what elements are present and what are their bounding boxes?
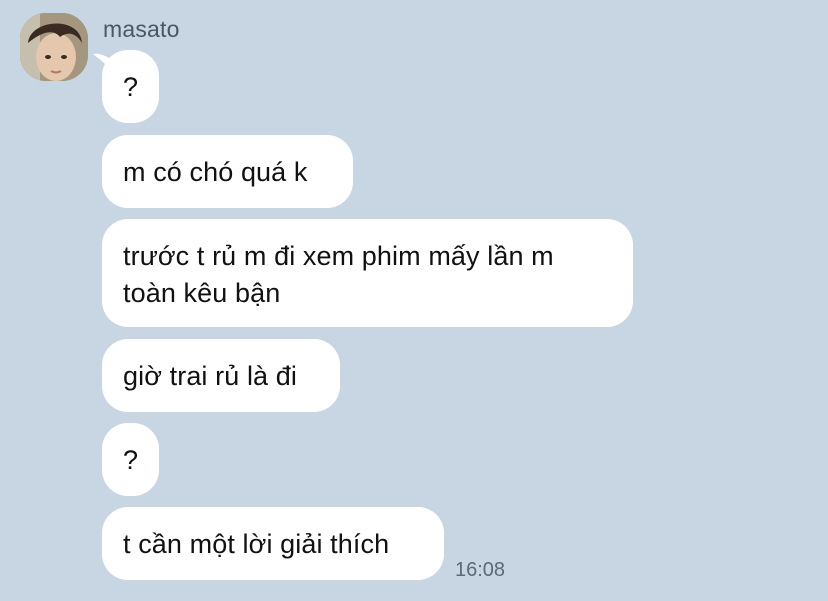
message-timestamp: 16:08 bbox=[455, 559, 506, 581]
message-bubble[interactable]: t cần một lời giải thích bbox=[102, 507, 444, 580]
message-text: t cần một lời giải thích bbox=[123, 529, 390, 559]
message-bubble[interactable]: m có chó quá k bbox=[102, 135, 353, 208]
sender-avatar[interactable] bbox=[20, 13, 88, 81]
message-text: ? bbox=[123, 72, 139, 102]
message-text: ? bbox=[123, 445, 139, 475]
message-text: trước t rủ m đi xem phim mấy lần m toàn … bbox=[123, 241, 554, 308]
message-bubble[interactable]: trước t rủ m đi xem phim mấy lần m toàn … bbox=[102, 219, 633, 327]
message-bubble[interactable]: ? bbox=[102, 50, 159, 123]
message-bubble[interactable]: ? bbox=[102, 423, 159, 496]
message-text: m có chó quá k bbox=[123, 157, 308, 187]
avatar-photo bbox=[20, 13, 88, 81]
sender-name: masato bbox=[103, 16, 180, 42]
message-bubble[interactable]: giờ trai rủ là đi bbox=[102, 339, 340, 412]
message-text: giờ trai rủ là đi bbox=[123, 361, 297, 391]
